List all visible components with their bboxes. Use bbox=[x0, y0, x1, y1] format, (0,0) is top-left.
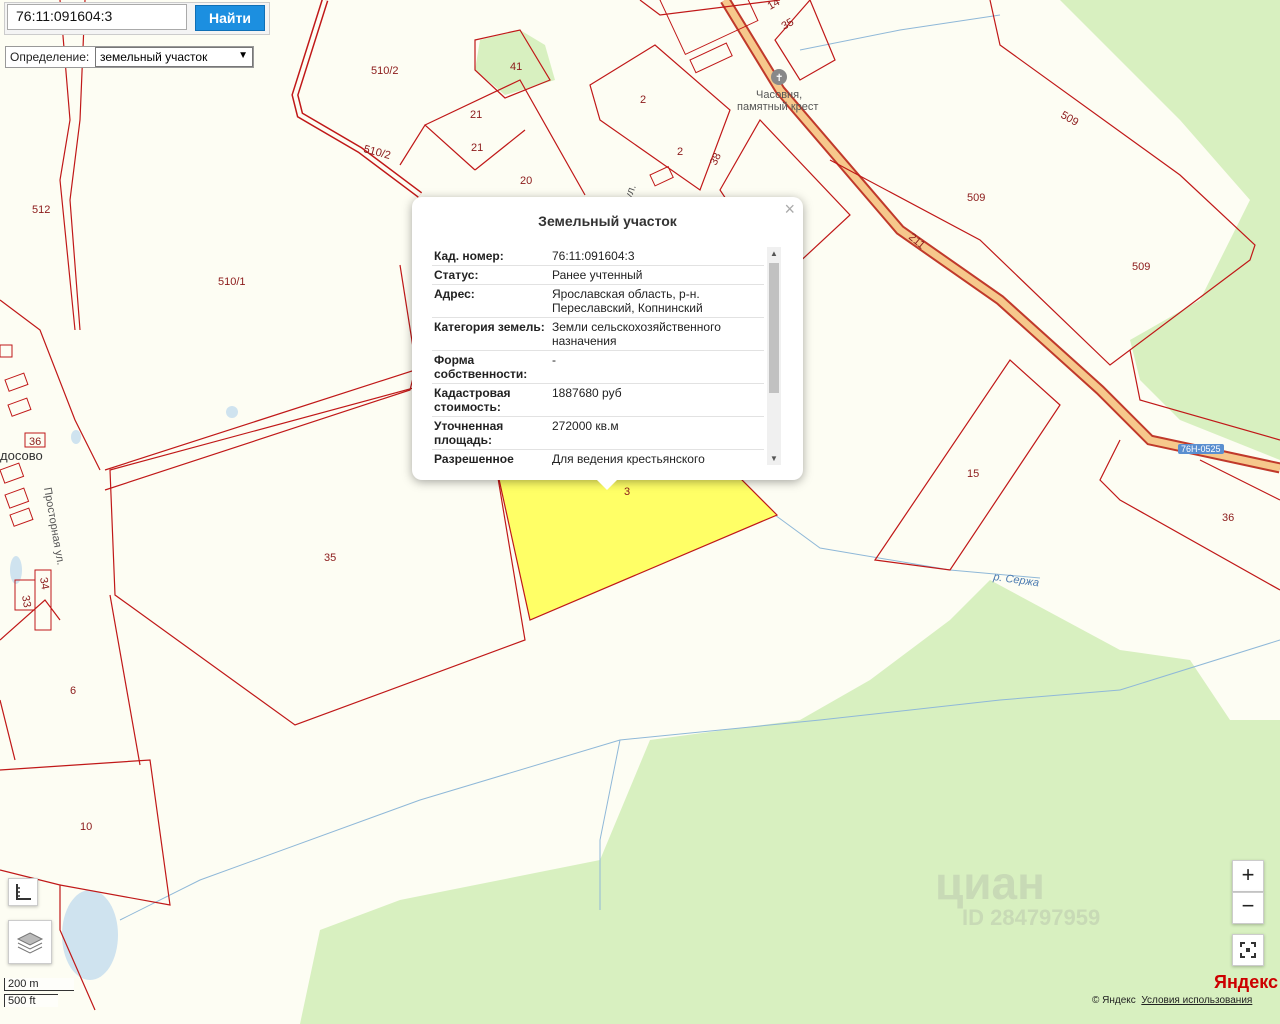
info-value: 76:11:091604:3 bbox=[552, 249, 635, 263]
map-label: 509 bbox=[1059, 109, 1081, 129]
map-label: 6 bbox=[70, 685, 76, 697]
map-label: 36 bbox=[29, 436, 41, 448]
parcel-info-popup: × Земельный участок Кад. номер: 76:11:091… bbox=[412, 197, 803, 490]
map-label: 33 bbox=[19, 594, 33, 608]
poi-label: Часовня, bbox=[756, 89, 802, 101]
info-value: Ранее учтенный bbox=[552, 268, 643, 282]
pond bbox=[62, 890, 118, 980]
stream bbox=[799, 14, 1001, 51]
popup-scrollbar[interactable]: ▲ ▼ bbox=[767, 247, 781, 465]
fullscreen-button[interactable] bbox=[1232, 934, 1264, 966]
scrollbar-thumb[interactable] bbox=[769, 263, 779, 393]
info-row: Разрешенное Для ведения крестьянского bbox=[432, 450, 764, 465]
info-key: Адрес: bbox=[434, 287, 475, 301]
map-label: 510/2 bbox=[371, 65, 399, 77]
info-value: Земли сельскохозяйственного назначения bbox=[552, 320, 721, 348]
poi-label: памятный крест bbox=[737, 101, 818, 113]
forest-area bbox=[300, 580, 1280, 1024]
scale-imperial: 500 ft bbox=[4, 994, 58, 1007]
map-label: 14 bbox=[766, 0, 783, 13]
svg-text:✝: ✝ bbox=[775, 73, 783, 84]
info-value: 1887680 руб bbox=[552, 386, 622, 400]
find-button[interactable]: Найти bbox=[195, 5, 265, 31]
info-row: Форма собственности: - bbox=[432, 351, 764, 384]
map-label: 510/1 bbox=[218, 276, 246, 288]
map-label: 512 bbox=[32, 204, 50, 216]
map-label: 36 bbox=[1222, 512, 1234, 524]
definition-label: Определение: bbox=[10, 50, 90, 64]
info-row: Кадастровая стоимость: 1887680 руб bbox=[432, 384, 764, 417]
info-row: Уточненная площадь: 272000 кв.м bbox=[432, 417, 764, 450]
info-key: Форма собственности: bbox=[434, 353, 528, 381]
attribution: © Яндекс Условия использования bbox=[1092, 995, 1252, 1006]
info-value: 272000 кв.м bbox=[552, 419, 619, 433]
layers-icon bbox=[16, 932, 44, 954]
popup-tail bbox=[595, 478, 619, 490]
copyright-text: © Яндекс bbox=[1092, 995, 1136, 1006]
scale-metric: 200 m bbox=[4, 978, 74, 991]
yandex-logo[interactable]: Яндекс bbox=[1214, 972, 1278, 993]
street-label: Просторная ул. bbox=[41, 486, 66, 566]
definition-select[interactable]: земельный участок ▼ bbox=[95, 47, 253, 67]
info-key: Кад. номер: bbox=[434, 249, 504, 263]
map-label: 38 bbox=[708, 151, 724, 167]
info-key: Разрешенное bbox=[434, 452, 514, 465]
ruler-button[interactable] bbox=[8, 878, 38, 906]
layers-button[interactable] bbox=[8, 920, 52, 964]
map-label: 509 bbox=[1132, 261, 1150, 273]
info-row: Адрес: Ярославская область, р-н. Переслав… bbox=[432, 285, 764, 318]
road-number-badge: 76Н-0525 bbox=[1178, 444, 1224, 454]
chevron-down-icon: ▼ bbox=[238, 50, 248, 61]
map-label: 41 bbox=[510, 61, 522, 73]
map-label: 2 bbox=[677, 146, 683, 158]
map-label: 10 bbox=[80, 821, 92, 833]
map-label: 21 bbox=[470, 109, 482, 121]
definition-bar: Определение: земельный участок ▼ bbox=[5, 46, 254, 68]
zoom-in-button[interactable]: + bbox=[1232, 860, 1264, 892]
definition-selected-value: земельный участок bbox=[100, 50, 208, 64]
map-label: 35 bbox=[324, 552, 336, 564]
pond bbox=[226, 406, 238, 418]
info-row: Кад. номер: 76:11:091604:3 bbox=[432, 247, 764, 266]
village-label: досово bbox=[0, 448, 43, 463]
river bbox=[774, 514, 1041, 579]
map-label: 3 bbox=[624, 486, 630, 498]
info-key: Уточненная площадь: bbox=[434, 419, 504, 447]
info-key: Кадастровая стоимость: bbox=[434, 386, 511, 414]
map-label: 2 bbox=[640, 94, 646, 106]
local-road bbox=[292, 0, 422, 197]
info-key: Категория земель: bbox=[434, 320, 545, 334]
info-value: Ярославская область, р-н. Переславский, … bbox=[552, 287, 703, 315]
map-label: 21 bbox=[471, 142, 483, 154]
fullscreen-icon bbox=[1240, 942, 1256, 958]
map-label: 34 bbox=[37, 576, 51, 590]
scroll-down-icon[interactable]: ▼ bbox=[767, 454, 781, 463]
popup-title: Земельный участок bbox=[538, 213, 677, 229]
info-row: Категория земель: Земли сельскохозяйствен… bbox=[432, 318, 764, 351]
map-label: 20 bbox=[520, 175, 532, 187]
zoom-out-button[interactable]: − bbox=[1232, 892, 1264, 924]
cadastral-map[interactable]: 510/2 510/2 510/1 512 41 21 21 20 2 2 38… bbox=[0, 0, 1280, 1024]
watermark-id: ID 284797959 bbox=[962, 905, 1101, 930]
pond bbox=[71, 430, 81, 444]
map-label: 15 bbox=[967, 468, 979, 480]
parcel-info-table: Кад. номер: 76:11:091604:3 Статус: Ранее уч… bbox=[432, 247, 764, 465]
info-row: Статус: Ранее учтенный bbox=[432, 266, 764, 285]
map-label: 509 bbox=[967, 192, 985, 204]
info-value: - bbox=[552, 353, 556, 367]
selected-parcel[interactable] bbox=[496, 469, 779, 621]
terms-link[interactable]: Условия использования bbox=[1141, 995, 1252, 1006]
search-input[interactable]: 76:11:091604:3 bbox=[7, 4, 187, 30]
ruler-icon bbox=[16, 884, 31, 900]
info-value: Для ведения крестьянского bbox=[552, 452, 705, 465]
watermark-brand: циан bbox=[935, 857, 1045, 909]
scroll-up-icon[interactable]: ▲ bbox=[767, 249, 781, 258]
info-key: Статус: bbox=[434, 268, 479, 282]
